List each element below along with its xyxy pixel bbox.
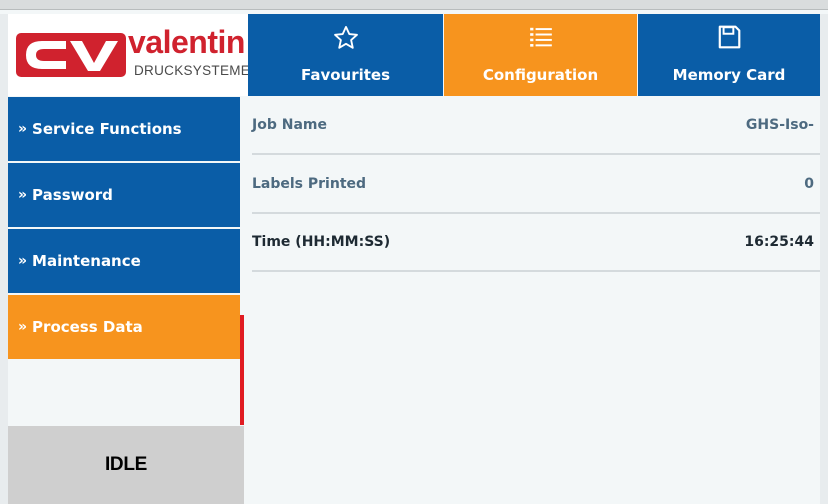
row-value: GHS-Iso- — [745, 117, 814, 133]
tab-memory-card-label: Memory Card — [672, 66, 786, 84]
brand-name: valentin — [128, 24, 245, 60]
brand-logo: valentin DRUCKSYSTEME — [8, 14, 251, 96]
tab-memory-card[interactable]: Memory Card — [638, 14, 820, 96]
row-label: Time (HH:MM:SS) — [252, 234, 391, 250]
tab-favourites[interactable]: Favourites — [248, 14, 443, 96]
row-divider — [252, 270, 820, 272]
double-chevron-right-icon: » — [18, 253, 27, 269]
list-icon — [529, 27, 552, 47]
sidebar-item-label: Service Functions — [32, 120, 182, 138]
row-divider — [252, 153, 820, 155]
sidebar-item-label: Process Data — [32, 318, 143, 336]
double-chevron-right-icon: » — [18, 319, 27, 335]
tab-configuration-label: Configuration — [482, 66, 599, 84]
sidebar-empty-area — [8, 359, 240, 426]
row-value: 0 — [804, 176, 814, 192]
process-data-row-job-name: Job Name GHS-Iso- — [252, 97, 820, 155]
right-bezel — [820, 14, 828, 504]
active-indicator-bar — [240, 315, 244, 425]
brand-subtitle: DRUCKSYSTEME — [134, 63, 251, 78]
process-data-row-time: Time (HH:MM:SS) 16:25:44 — [252, 214, 820, 272]
sidebar-item-password[interactable]: » Password — [8, 163, 240, 227]
status-indicator: IDLE — [8, 426, 244, 504]
sidebar-item-label: Password — [32, 186, 113, 204]
status-text: IDLE — [104, 454, 148, 475]
tab-configuration[interactable]: Configuration — [444, 14, 637, 96]
tab-favourites-label: Favourites — [300, 66, 391, 84]
row-value: 16:25:44 — [744, 234, 814, 250]
top-bezel — [0, 0, 828, 10]
double-chevron-right-icon: » — [18, 187, 27, 203]
row-label: Job Name — [252, 117, 327, 133]
row-label: Labels Printed — [252, 176, 367, 192]
cv-logo-mark-icon — [16, 33, 126, 77]
process-data-row-labels-printed: Labels Printed 0 — [252, 156, 820, 214]
app-window: valentin DRUCKSYSTEME Favourites Configu… — [0, 0, 828, 504]
star-outline-icon — [333, 25, 358, 49]
sidebar-item-process-data[interactable]: » Process Data — [8, 295, 240, 359]
sidebar-item-maintenance[interactable]: » Maintenance — [8, 229, 240, 293]
floppy-disk-icon — [718, 25, 741, 49]
sidebar-item-label: Maintenance — [32, 252, 141, 270]
left-bezel — [0, 14, 8, 504]
double-chevron-right-icon: » — [18, 121, 27, 137]
sidebar-item-service-functions[interactable]: » Service Functions — [8, 97, 240, 161]
